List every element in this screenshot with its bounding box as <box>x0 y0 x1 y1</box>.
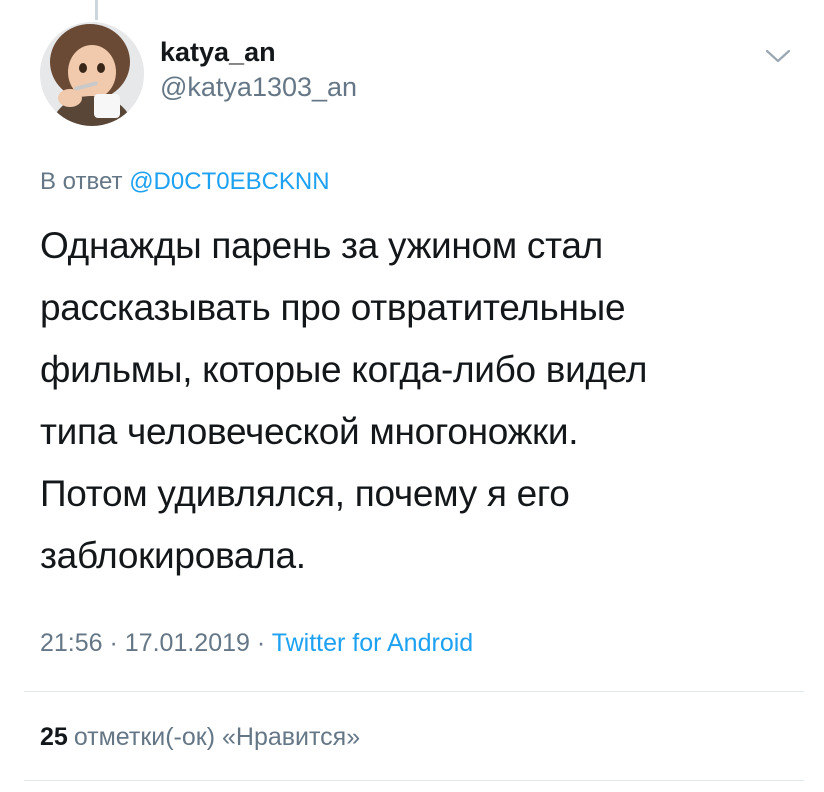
user-info[interactable]: katya_an @katya1303_an <box>160 36 357 104</box>
divider <box>24 691 804 692</box>
reply-context: В ответ @D0CT0EBCKNN <box>40 166 330 198</box>
tweet-text-line: Однажды парень за ужином стал <box>40 225 603 266</box>
chevron-down-icon[interactable] <box>762 44 794 68</box>
tweet-source-link[interactable]: Twitter for Android <box>272 629 473 657</box>
meta-separator: · <box>256 629 266 657</box>
meta-separator: · <box>109 629 118 657</box>
tweet-text: Однажды парень за ужином стал рассказыва… <box>40 215 800 587</box>
tweet-date: 17.01.2019 <box>124 629 250 657</box>
likes-label: отметки(-ок) «Нравится» <box>73 723 361 751</box>
avatar[interactable] <box>40 22 144 126</box>
reply-mention-link[interactable]: @D0CT0EBCKNN <box>129 168 329 195</box>
tweet-text-line: Потом удивлялся, почему я его <box>40 473 570 514</box>
tweet-time: 21:56 <box>40 629 103 657</box>
likes-count: 25 <box>40 723 68 751</box>
thread-connector-line <box>95 0 98 20</box>
divider <box>24 780 804 781</box>
display-name[interactable]: katya_an <box>160 36 357 68</box>
tweet-text-line: рассказывать про отвратительные <box>40 287 626 328</box>
reply-prefix: В ответ <box>40 168 123 195</box>
tweet-text-line: заблокировала. <box>40 535 306 576</box>
tweet-text-line: фильмы, которые когда-либо видел <box>40 349 648 390</box>
tweet-text-line: типа человеческой многоножки. <box>40 411 579 452</box>
tweet-meta: 21:56 · 17.01.2019 · Twitter for Android <box>40 626 473 660</box>
likes-stat[interactable]: 25 отметки(-ок) «Нравится» <box>40 720 360 754</box>
user-handle[interactable]: @katya1303_an <box>160 70 357 104</box>
